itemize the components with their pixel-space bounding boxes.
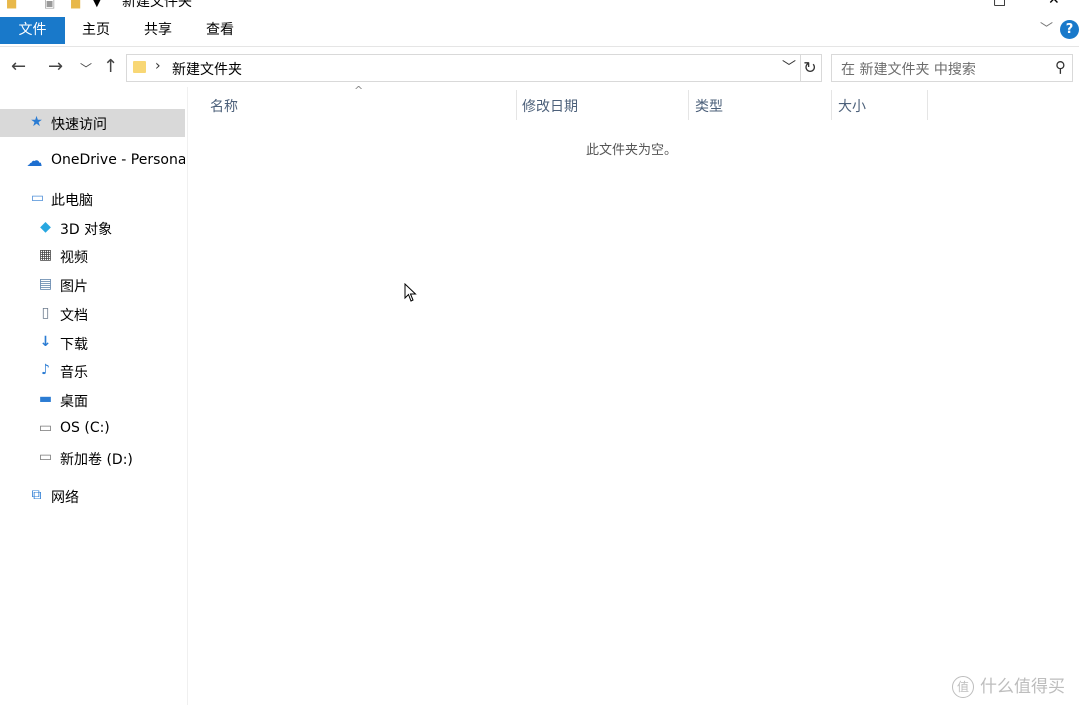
cloud-icon: ☁ [26,151,43,170]
sidebar-item-drive-d[interactable]: ▭ 新加卷 (D:) [0,444,185,472]
desktop-icon: ▬ [38,391,53,407]
sidebar-item-label: 快速访问 [51,117,107,133]
help-icon[interactable]: ? [1060,20,1079,39]
sidebar-item-network[interactable]: ⧉ 网络 [0,482,185,510]
watermark-text: 什么值得买 [980,677,1065,697]
collapse-ribbon-icon[interactable]: ﹀ [1040,18,1053,37]
customize-dropdown-icon[interactable]: ▼ [93,0,101,9]
computer-icon: ▭ [30,190,45,206]
folder-icon: ■ [6,0,18,10]
document-icon: ▯ [41,305,50,321]
column-divider[interactable] [831,90,832,120]
empty-folder-message: 此文件夹为空。 [586,143,678,158]
recent-locations-chevron-icon[interactable]: ﹀ [80,60,92,77]
close-button[interactable]: ✕ [1048,0,1060,8]
sort-ascending-icon: ^ [354,84,364,97]
sidebar-item-drive-c[interactable]: ▭ OS (C:) [0,415,185,443]
column-divider[interactable] [688,90,689,120]
breadcrumb[interactable]: 新建文件夹 [172,59,242,79]
sidebar-item-quick-access[interactable]: ★ 快速访问 [0,109,185,137]
new-folder-icon[interactable]: ■ [70,0,81,10]
sidebar-item-label: 图片 [60,279,88,295]
sidebar-item-label: 新加卷 (D:) [60,452,133,468]
sidebar-item-this-pc[interactable]: ▭ 此电脑 [0,185,185,213]
video-icon: ▦ [38,247,53,263]
tab-home[interactable]: 主页 [65,17,127,44]
ribbon: 文件 主页 共享 查看 ﹀ ? [0,14,1079,47]
sidebar-item-label: OS (C:) [60,420,110,436]
tab-share[interactable]: 共享 [127,17,189,44]
column-divider[interactable] [927,90,928,120]
up-arrow-icon[interactable]: ↑ [103,56,118,77]
column-header-name[interactable]: 名称 [210,96,238,116]
download-icon: ↓ [39,334,52,350]
sidebar-item-label: 网络 [51,490,79,506]
properties-icon[interactable]: ▣ [44,0,55,10]
back-arrow-icon[interactable]: ← [11,56,26,77]
sidebar-item-videos[interactable]: ▦ 视频 [0,242,185,270]
sidebar-item-documents[interactable]: ▯ 文档 [0,300,185,328]
sidebar-item-label: 音乐 [60,365,88,381]
sidebar-item-onedrive[interactable]: ☁ OneDrive - Persona [0,147,186,175]
sidebar-item-desktop[interactable]: ▬ 桌面 [0,386,185,414]
network-icon: ⧉ [31,487,42,503]
search-placeholder: 在 新建文件夹 中搜索 [841,62,976,78]
sidebar-item-label: 3D 对象 [60,222,113,238]
sidebar-item-music[interactable]: ♪ 音乐 [0,357,185,385]
sidebar-item-pictures[interactable]: ▤ 图片 [0,271,185,299]
file-list[interactable]: ^ 名称 修改日期 类型 大小 此文件夹为空。 [188,84,1079,705]
column-header-type[interactable]: 类型 [695,96,723,116]
maximize-button[interactable]: □ [993,0,1006,8]
column-divider[interactable] [516,90,517,120]
sidebar-item-label: 视频 [60,250,88,266]
address-bar[interactable]: › 新建文件夹 ﹀ [126,54,801,82]
folder-icon [133,61,146,73]
navigation-pane: ★ 快速访问 ☁ OneDrive - Persona ▭ 此电脑 ◆ 3D 对… [0,87,188,705]
watermark-badge: 值 [952,676,974,698]
music-icon: ♪ [41,362,50,378]
tab-file[interactable]: 文件 [0,17,65,44]
drive-c-icon: ▭ [38,420,53,436]
watermark: 值什么值得买 [952,672,1065,698]
address-dropdown-icon[interactable]: ﹀ [782,57,796,77]
sidebar-item-label: 桌面 [60,394,88,410]
navigation-bar: ← → ﹀ ↑ › 新建文件夹 ﹀ ↻ 在 新建文件夹 中搜索 ⚲ [0,47,1079,87]
cube-icon: ◆ [40,219,51,235]
breadcrumb-separator-icon[interactable]: › [155,58,161,74]
sidebar-item-label: 此电脑 [51,193,93,209]
column-header-modified[interactable]: 修改日期 [522,96,578,116]
mouse-cursor-icon [404,283,417,302]
refresh-button[interactable]: ↻ [799,54,822,82]
sidebar-item-3d-objects[interactable]: ◆ 3D 对象 [0,214,185,242]
title-bar: ■ ▣ ■ ▼ 新建文件夹 □ ✕ [0,0,1079,14]
window-title: 新建文件夹 [122,0,192,10]
sidebar-item-label: OneDrive - Persona [51,152,185,168]
drive-d-icon: ▭ [38,449,53,465]
picture-icon: ▤ [38,276,53,292]
search-icon[interactable]: ⚲ [1055,58,1066,76]
forward-arrow-icon[interactable]: → [48,56,63,77]
star-icon: ★ [30,114,43,130]
sidebar-item-downloads[interactable]: ↓ 下载 [0,329,185,357]
search-input[interactable]: 在 新建文件夹 中搜索 ⚲ [831,54,1073,82]
sidebar-item-label: 文档 [60,308,88,324]
column-header-size[interactable]: 大小 [838,96,866,116]
sidebar-item-label: 下载 [60,337,88,353]
tab-view[interactable]: 查看 [189,17,251,44]
